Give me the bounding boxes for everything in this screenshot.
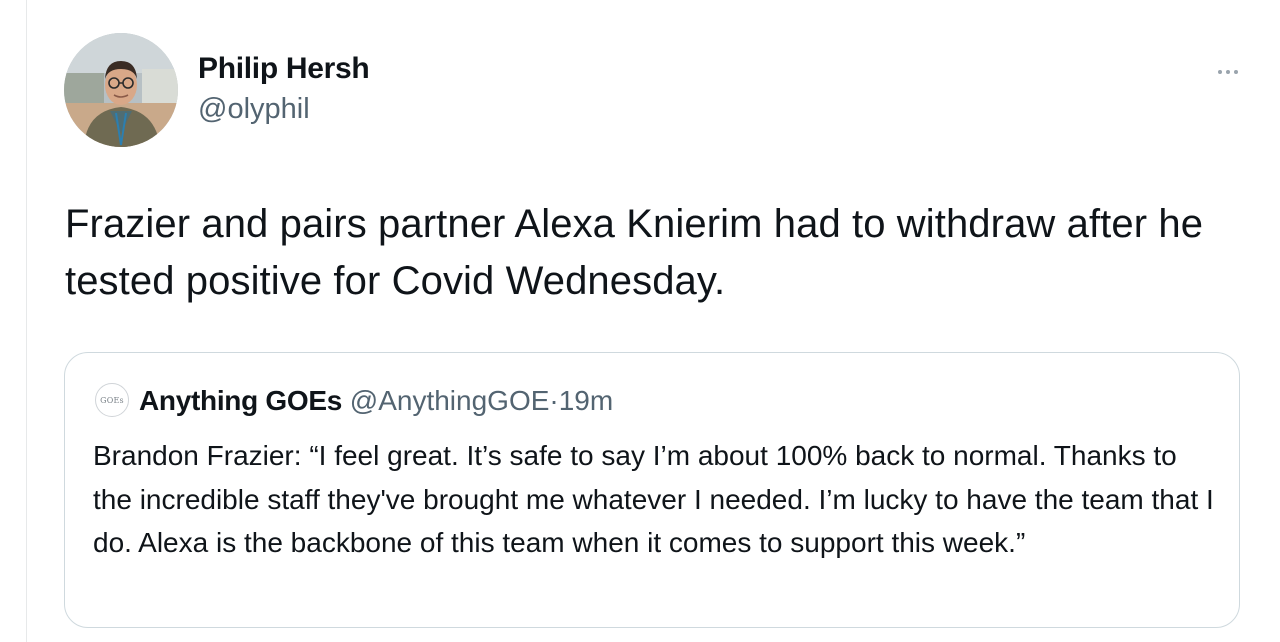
quoted-author-handle[interactable]: @AnythingGOE (350, 385, 550, 416)
more-dot (1226, 70, 1230, 74)
quoted-author-name[interactable]: Anything GOEs (139, 385, 342, 416)
quoted-tweet-header: Anything GOEs @AnythingGOE·19m (139, 381, 613, 421)
timeline-divider (26, 0, 27, 642)
header-separator: · (549, 385, 559, 416)
more-dot (1218, 70, 1222, 74)
more-dot (1234, 70, 1238, 74)
quoted-tweet-text: Brandon Frazier: “I feel great. It’s saf… (93, 440, 1214, 558)
author-handle[interactable]: @olyphil (198, 93, 310, 126)
quoted-tweet-timestamp[interactable]: 19m (559, 385, 613, 416)
more-options-icon[interactable] (1208, 60, 1248, 84)
tweet-text: Frazier and pairs partner Alexa Knierim … (65, 202, 1204, 303)
author-avatar[interactable] (64, 33, 178, 147)
quoted-author-avatar[interactable]: GOEs (95, 383, 129, 417)
author-avatar-photo (64, 33, 178, 147)
quoted-tweet-card[interactable]: GOEs Anything GOEs @AnythingGOE·19m Bran… (64, 352, 1240, 628)
author-name[interactable]: Philip Hersh (198, 52, 370, 86)
